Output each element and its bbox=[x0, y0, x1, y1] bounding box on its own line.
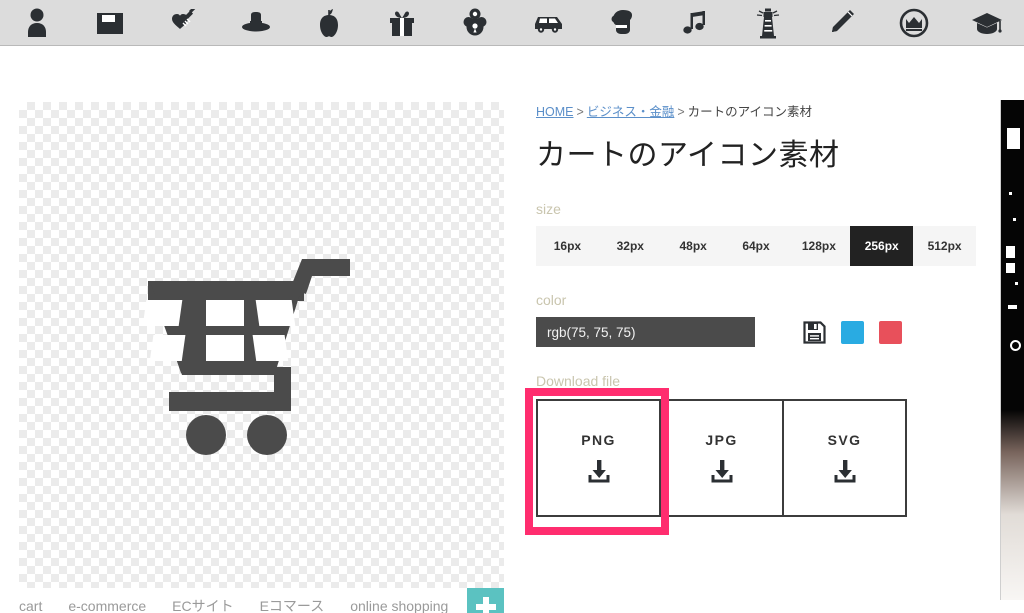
download-jpg-label: JPG bbox=[705, 431, 738, 448]
breadcrumb-separator: > bbox=[576, 105, 584, 119]
size-option-64px[interactable]: 64px bbox=[725, 226, 788, 266]
color-section-label: color bbox=[536, 292, 567, 308]
size-option-32px[interactable]: 32px bbox=[599, 226, 662, 266]
ad-text-block bbox=[1006, 263, 1015, 273]
music-note-icon[interactable] bbox=[678, 6, 712, 40]
ad-text-block bbox=[1009, 192, 1012, 195]
tag-item[interactable]: online shopping bbox=[350, 598, 448, 613]
car-icon[interactable] bbox=[531, 6, 565, 40]
size-option-512px[interactable]: 512px bbox=[913, 226, 976, 266]
teddy-bear-icon[interactable] bbox=[458, 6, 492, 40]
ad-text-block bbox=[1015, 282, 1018, 285]
page-title: カートのアイコン素材 bbox=[536, 139, 840, 172]
tag-item[interactable]: ECサイト bbox=[172, 596, 233, 613]
floppy-disk-icon[interactable] bbox=[803, 320, 826, 344]
download-icon bbox=[586, 459, 612, 485]
ad-text-block bbox=[1007, 128, 1020, 149]
download-svg-label: SVG bbox=[827, 431, 862, 448]
tag-item[interactable]: cart bbox=[19, 598, 42, 613]
breadcrumb-separator: > bbox=[677, 105, 685, 119]
swatch-red[interactable] bbox=[879, 320, 902, 344]
size-option-group: 16px 32px 48px 64px 128px 256px 512px bbox=[536, 226, 976, 266]
shopping-cart-icon bbox=[134, 217, 390, 473]
icon-preview-panel bbox=[19, 102, 504, 588]
folder-icon[interactable] bbox=[93, 6, 127, 40]
download-icon bbox=[709, 459, 735, 485]
graduation-cap-icon[interactable] bbox=[970, 6, 1004, 40]
size-section-label: size bbox=[536, 201, 561, 217]
tag-list: cart e-commerce ECサイト Eコマース online shopp… bbox=[19, 596, 504, 613]
boxing-glove-icon[interactable] bbox=[605, 6, 639, 40]
download-png-button[interactable]: PNG bbox=[536, 399, 661, 517]
plus-icon bbox=[475, 603, 496, 610]
download-svg-button[interactable]: SVG bbox=[782, 399, 907, 517]
tag-item[interactable]: e-commerce bbox=[68, 598, 146, 613]
size-option-16px[interactable]: 16px bbox=[536, 226, 599, 266]
person-icon[interactable] bbox=[20, 6, 54, 40]
breadcrumb-home-link[interactable]: HOME bbox=[536, 105, 574, 119]
download-section-label: Download file bbox=[536, 373, 621, 389]
color-input[interactable] bbox=[536, 317, 755, 347]
ad-text-block bbox=[1006, 246, 1015, 258]
color-controls bbox=[536, 317, 978, 347]
size-option-128px[interactable]: 128px bbox=[787, 226, 850, 266]
page-root: cart e-commerce ECサイト Eコマース online shopp… bbox=[0, 0, 1024, 613]
swatch-blue[interactable] bbox=[841, 320, 864, 344]
ad-photo bbox=[1001, 410, 1024, 600]
download-jpg-button[interactable]: JPG bbox=[659, 399, 784, 517]
pencil-icon[interactable] bbox=[824, 6, 858, 40]
breadcrumb-current: カートのアイコン素材 bbox=[687, 105, 813, 119]
lighthouse-icon[interactable] bbox=[751, 6, 785, 40]
ad-text-block bbox=[1008, 305, 1017, 309]
category-icon-bar bbox=[0, 0, 1024, 46]
breadcrumb: HOME > ビジネス・金融 > カートのアイコン素材 bbox=[536, 104, 978, 120]
hat-icon[interactable] bbox=[239, 6, 273, 40]
ad-badge bbox=[1010, 340, 1021, 351]
size-option-256px[interactable]: 256px bbox=[850, 226, 914, 266]
add-tag-button[interactable] bbox=[467, 588, 504, 613]
download-png-label: PNG bbox=[581, 431, 616, 448]
download-button-group: PNG JPG SVG bbox=[525, 388, 978, 535]
apple-icon[interactable] bbox=[312, 6, 346, 40]
tag-item[interactable]: Eコマース bbox=[260, 596, 325, 613]
side-advertisement[interactable] bbox=[1000, 100, 1024, 600]
download-icon bbox=[832, 459, 858, 485]
crown-circle-icon[interactable] bbox=[897, 6, 931, 40]
ad-text-block bbox=[1013, 218, 1016, 221]
gift-icon[interactable] bbox=[385, 6, 419, 40]
size-option-48px[interactable]: 48px bbox=[662, 226, 725, 266]
detail-column: HOME > ビジネス・金融 > カートのアイコン素材 カートのアイコン素材 size … bbox=[525, 104, 978, 535]
breadcrumb-category-link[interactable]: ビジネス・金融 bbox=[587, 105, 675, 119]
medical-syringe-icon[interactable] bbox=[166, 6, 200, 40]
